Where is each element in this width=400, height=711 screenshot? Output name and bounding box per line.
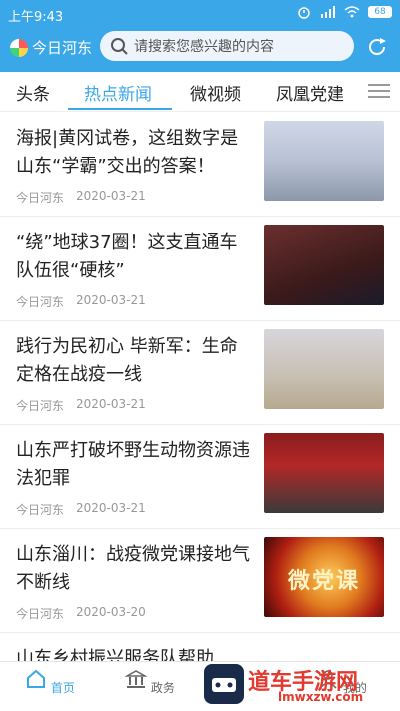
tab-headlines[interactable]: 头条	[16, 80, 50, 105]
news-source: 今日河东	[16, 503, 65, 517]
news-source: 今日河东	[16, 399, 65, 413]
wifi-icon	[344, 6, 360, 18]
news-date: 2020-03-21	[76, 189, 146, 203]
logo-text: 今日河东	[32, 39, 93, 57]
nav-home-label: 首页	[50, 681, 75, 695]
news-thumbnail	[264, 121, 384, 201]
news-source: 今日河东	[16, 295, 65, 309]
search-placeholder: 请搜索您感兴趣的内容	[134, 39, 274, 55]
nav-profile[interactable]: 我的	[312, 668, 372, 696]
news-meta: 今日河东 2020-03-20	[16, 605, 146, 622]
status-time: 上午9:43	[8, 10, 64, 25]
news-meta: 今日河东 2020-03-21	[16, 189, 146, 206]
news-feed: 海报|黄冈试卷，这组数字是山东“学霸”交出的答案！ 今日河东 2020-03-2…	[0, 113, 400, 693]
news-title: 海报|黄冈试卷，这组数字是山东“学霸”交出的答案！	[16, 128, 239, 177]
news-title: 践行为民初心 毕新军：生命定格在战疫一线	[16, 336, 238, 385]
app-header: 上午9:43 68 今日河东 请搜索您感兴趣的内容	[0, 0, 400, 72]
nav-home[interactable]: 首页	[20, 668, 80, 696]
news-meta: 今日河东 2020-03-21	[16, 501, 146, 518]
logo-icon	[10, 38, 28, 57]
news-item[interactable]: 山东淄川：战疫微党课接地气不断线 今日河东 2020-03-20 微党课	[0, 529, 400, 633]
battery-indicator: 68	[368, 6, 392, 18]
news-title: 山东淄川：战疫微党课接地气不断线	[16, 544, 250, 593]
menu-icon[interactable]	[368, 82, 390, 100]
alarm-icon	[298, 7, 310, 19]
signal-icon	[321, 6, 335, 18]
nav-profile-label: 我的	[342, 681, 367, 695]
active-tab-indicator	[68, 108, 172, 110]
news-date: 2020-03-21	[76, 293, 146, 307]
refresh-icon[interactable]	[366, 36, 388, 58]
news-meta: 今日河东 2020-03-21	[16, 397, 146, 414]
government-building-icon	[124, 670, 148, 688]
app-logo[interactable]: 今日河东	[10, 37, 92, 58]
home-icon	[27, 669, 46, 688]
news-thumbnail	[264, 329, 384, 409]
category-tabs: 头条 热点新闻 微视频 凤凰党建	[0, 72, 400, 112]
nav-government-label: 政务	[150, 681, 175, 695]
tab-micro-video[interactable]: 微视频	[190, 80, 241, 105]
news-item[interactable]: 践行为民初心 毕新军：生命定格在战疫一线 今日河东 2020-03-21	[0, 321, 400, 425]
news-item[interactable]: “绕”地球37圈！这支直通车队伍很“硬核” 今日河东 2020-03-21	[0, 217, 400, 321]
news-source: 今日河东	[16, 607, 65, 621]
news-date: 2020-03-21	[76, 397, 146, 411]
news-thumbnail: 微党课	[264, 537, 384, 617]
tab-party-building[interactable]: 凤凰党建	[276, 80, 344, 105]
search-icon	[111, 38, 128, 55]
news-date: 2020-03-20	[76, 605, 146, 619]
news-date: 2020-03-21	[76, 501, 146, 515]
status-bar: 上午9:43 68	[0, 0, 400, 28]
profile-icon	[319, 670, 337, 689]
tab-hot-news[interactable]: 热点新闻	[84, 80, 152, 105]
news-item[interactable]: 海报|黄冈试卷，这组数字是山东“学霸”交出的答案！ 今日河东 2020-03-2…	[0, 113, 400, 217]
nav-government[interactable]: 政务	[120, 668, 180, 696]
thumbnail-overlay-text: 微党课	[288, 569, 361, 594]
news-meta: 今日河东 2020-03-21	[16, 293, 146, 310]
search-bar[interactable]: 请搜索您感兴趣的内容	[100, 31, 354, 61]
news-thumbnail	[264, 225, 384, 305]
news-thumbnail	[264, 433, 384, 513]
news-title: “绕”地球37圈！这支直通车队伍很“硬核”	[16, 232, 238, 281]
news-title: 山东严打破坏野生动物资源违法犯罪	[16, 440, 250, 489]
bottom-nav: 首页 政务 我的	[0, 661, 400, 711]
news-item[interactable]: 山东严打破坏野生动物资源违法犯罪 今日河东 2020-03-21	[0, 425, 400, 529]
status-icons: 68	[296, 5, 392, 19]
news-source: 今日河东	[16, 191, 65, 205]
